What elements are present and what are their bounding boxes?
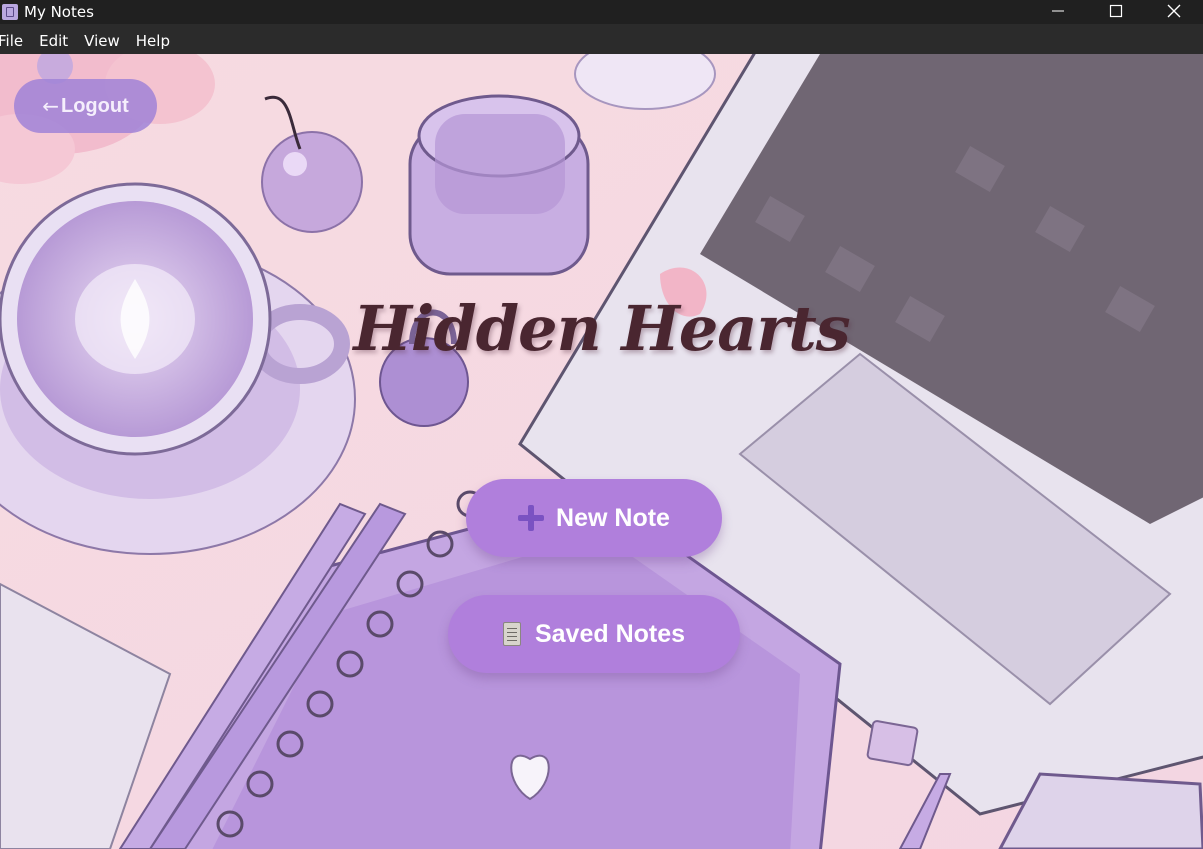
menu-bar: File Edit View Help xyxy=(0,28,1203,54)
jar-illustration xyxy=(408,94,590,276)
saved-notes-button[interactable]: Saved Notes xyxy=(448,595,740,673)
plus-icon xyxy=(518,505,545,531)
main-content: ← Logout Hidden Hearts New Note Saved No… xyxy=(0,54,1203,849)
maximize-button[interactable] xyxy=(1087,0,1145,22)
back-arrow-icon: ← xyxy=(42,94,59,118)
title-bar[interactable]: My Notes xyxy=(0,0,1203,24)
app-icon xyxy=(2,4,18,20)
minimize-button[interactable] xyxy=(1029,0,1087,22)
window-title: My Notes xyxy=(24,3,94,21)
logout-button[interactable]: ← Logout xyxy=(14,79,157,133)
saved-notes-label: Saved Notes xyxy=(534,619,686,648)
app-window: My Notes File Edit View Help ← Logout Hi… xyxy=(0,0,1203,849)
close-button[interactable] xyxy=(1145,0,1203,22)
maximize-icon xyxy=(1109,4,1123,18)
menu-file[interactable]: File xyxy=(0,28,31,54)
new-note-button[interactable]: New Note xyxy=(466,479,722,557)
logout-label: Logout xyxy=(61,94,129,117)
menu-help[interactable]: Help xyxy=(128,28,178,54)
menu-view[interactable]: View xyxy=(76,28,128,54)
close-icon xyxy=(1167,4,1181,18)
notepad-icon xyxy=(502,622,521,646)
new-note-label: New Note xyxy=(556,503,670,532)
window-controls xyxy=(1029,0,1203,24)
page-title: Hidden Hearts xyxy=(353,292,850,365)
minimize-icon xyxy=(1052,10,1064,12)
menu-edit[interactable]: Edit xyxy=(31,28,76,54)
background-illustration xyxy=(0,54,1203,849)
